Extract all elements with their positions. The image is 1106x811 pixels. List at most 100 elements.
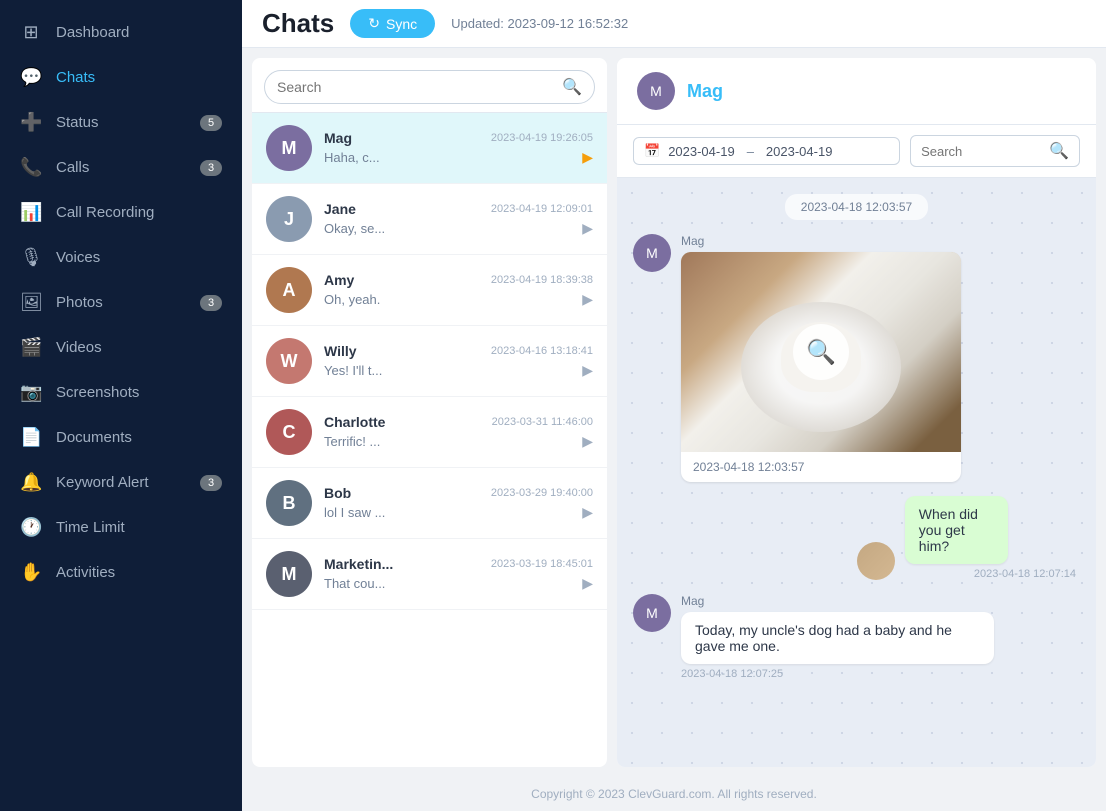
chat-search-wrap[interactable]: 🔍 [264, 70, 595, 104]
chat-item-bob[interactable]: B Bob 2023-03-29 19:40:00 lol I saw ... … [252, 468, 607, 539]
content-area: 🔍 M Mag 2023-04-19 19:26:05 Haha, c... ▶… [242, 48, 1106, 777]
chat-item-willy[interactable]: W Willy 2023-04-16 13:18:41 Yes! I'll t.… [252, 326, 607, 397]
sidebar-item-status[interactable]: ➕ Status 5 [0, 100, 242, 145]
chat-arrow-marketing: ▶ [582, 575, 593, 592]
sidebar-label-calls: Calls [56, 159, 186, 176]
chat-preview-charlotte: Terrific! ... [324, 434, 380, 449]
chat-name-jane: Jane [324, 201, 356, 217]
sidebar-icon-activities: ✋ [20, 562, 42, 583]
chat-preview-willy: Yes! I'll t... [324, 363, 382, 378]
chat-arrow-bob: ▶ [582, 504, 593, 521]
chat-preview-marketing: That cou... [324, 576, 385, 591]
sidebar-label-dashboard: Dashboard [56, 24, 222, 41]
chat-avatar-marketing: M [266, 551, 312, 597]
sidebar-item-voices[interactable]: 🎙 Voices [0, 235, 242, 280]
sidebar-item-time-limit[interactable]: 🕐 Time Limit [0, 505, 242, 550]
sidebar-icon-voices: 🎙 [20, 247, 42, 268]
detail-avatar: M [637, 72, 675, 110]
sidebar-label-status: Status [56, 114, 186, 131]
chat-info-bob: Bob 2023-03-29 19:40:00 lol I saw ... ▶ [324, 485, 593, 521]
chat-item-marketing[interactable]: M Marketin... 2023-03-19 18:45:01 That c… [252, 539, 607, 610]
sidebar-item-chats[interactable]: 💬 Chats [0, 55, 242, 100]
filter-search-wrap[interactable]: 🔍 [910, 135, 1080, 167]
main-content: Chats ↻ Sync Updated: 2023-09-12 16:52:3… [242, 0, 1106, 811]
chat-name-marketing: Marketin... [324, 556, 393, 572]
detail-search-input[interactable] [921, 144, 1041, 159]
sidebar-label-photos: Photos [56, 294, 186, 311]
sidebar-item-activities[interactable]: ✋ Activities [0, 550, 242, 595]
sidebar-label-screenshots: Screenshots [56, 384, 222, 401]
sidebar-icon-status: ➕ [20, 112, 42, 133]
chat-preview-mag: Haha, c... [324, 150, 380, 165]
sidebar-icon-keyword-alert: 🔔 [20, 472, 42, 493]
chat-avatar-jane: J [266, 196, 312, 242]
chat-item-mag[interactable]: M Mag 2023-04-19 19:26:05 Haha, c... ▶ [252, 113, 607, 184]
chat-info-willy: Willy 2023-04-16 13:18:41 Yes! I'll t...… [324, 343, 593, 379]
chat-avatar-mag: M [266, 125, 312, 171]
date-to: 2023-04-19 [766, 144, 833, 159]
sidebar-item-screenshots[interactable]: 📷 Screenshots [0, 370, 242, 415]
sidebar-badge-calls: 3 [200, 160, 222, 176]
msg-avatar-msg4: M [633, 594, 671, 632]
chat-info-amy: Amy 2023-04-19 18:39:38 Oh, yeah. ▶ [324, 272, 593, 308]
chat-time-jane: 2023-04-19 12:09:01 [491, 203, 593, 215]
sidebar-icon-time-limit: 🕐 [20, 517, 42, 538]
sidebar-item-dashboard[interactable]: ⊞ Dashboard [0, 10, 242, 55]
msg-wrap-msg2: M Mag 🔍 [633, 234, 1080, 482]
chat-detail-panel: M Mag 📅 2023-04-19 – 2023-04-19 🔍 2023-0… [617, 58, 1096, 767]
chat-info-mag: Mag 2023-04-19 19:26:05 Haha, c... ▶ [324, 130, 593, 166]
chat-item-amy[interactable]: A Amy 2023-04-19 18:39:38 Oh, yeah. ▶ [252, 255, 607, 326]
chat-search-input[interactable] [277, 79, 554, 95]
chat-filter-bar: 📅 2023-04-19 – 2023-04-19 🔍 [617, 125, 1096, 178]
sync-button[interactable]: ↻ Sync [350, 9, 435, 38]
msg-bubble-msg3: When did you get him? [905, 496, 1008, 564]
calendar-icon: 📅 [644, 143, 660, 159]
play-icon[interactable]: 🔍 [793, 324, 849, 380]
sidebar-item-documents[interactable]: 📄 Documents [0, 415, 242, 460]
msg-image-container-msg2: 🔍 [681, 252, 961, 452]
page-title: Chats [262, 8, 334, 39]
sidebar: ⊞ Dashboard 💬 Chats ➕ Status 5 📞 Calls 3… [0, 0, 242, 811]
sidebar-label-voices: Voices [56, 249, 222, 266]
date-range-wrap[interactable]: 📅 2023-04-19 – 2023-04-19 [633, 137, 900, 165]
img-caption-msg2: 2023-04-18 12:03:57 [681, 452, 961, 482]
chat-name-willy: Willy [324, 343, 357, 359]
chat-arrow-charlotte: ▶ [582, 433, 593, 450]
sidebar-item-videos[interactable]: 🎬 Videos [0, 325, 242, 370]
chat-detail-header: M Mag [617, 58, 1096, 125]
sidebar-badge-status: 5 [200, 115, 222, 131]
sidebar-label-call-recording: Call Recording [56, 204, 222, 221]
sidebar-icon-photos: 🖼 [20, 292, 42, 313]
system-msg-msg1: 2023-04-18 12:03:57 [785, 194, 928, 220]
chat-item-charlotte[interactable]: C Charlotte 2023-03-31 11:46:00 Terrific… [252, 397, 607, 468]
sidebar-item-photos[interactable]: 🖼 Photos 3 [0, 280, 242, 325]
chat-time-willy: 2023-04-16 13:18:41 [491, 345, 593, 357]
msg-sender-msg2: Mag [681, 234, 961, 248]
chat-avatar-amy: A [266, 267, 312, 313]
footer-text: Copyright © 2023 ClevGuard.com. All righ… [531, 787, 817, 801]
msg-bubble-msg4: Today, my uncle's dog had a baby and he … [681, 612, 994, 664]
footer: Copyright © 2023 ClevGuard.com. All righ… [242, 777, 1106, 811]
chat-time-bob: 2023-03-29 19:40:00 [491, 487, 593, 499]
sent-avatar-msg3 [857, 542, 895, 580]
chat-name-bob: Bob [324, 485, 351, 501]
chat-name-amy: Amy [324, 272, 354, 288]
sidebar-label-keyword-alert: Keyword Alert [56, 474, 186, 491]
chat-arrow-willy: ▶ [582, 362, 593, 379]
chat-item-jane[interactable]: J Jane 2023-04-19 12:09:01 Okay, se... ▶ [252, 184, 607, 255]
chat-arrow-mag: ▶ [582, 149, 593, 166]
chat-info-jane: Jane 2023-04-19 12:09:01 Okay, se... ▶ [324, 201, 593, 237]
chat-time-amy: 2023-04-19 18:39:38 [491, 274, 593, 286]
chat-avatar-charlotte: C [266, 409, 312, 455]
chat-avatar-willy: W [266, 338, 312, 384]
chat-arrow-jane: ▶ [582, 220, 593, 237]
messages-area: 2023-04-18 12:03:57 M Mag 🔍 [617, 178, 1096, 767]
sidebar-icon-calls: 📞 [20, 157, 42, 178]
sidebar-item-calls[interactable]: 📞 Calls 3 [0, 145, 242, 190]
sidebar-item-call-recording[interactable]: 📊 Call Recording [0, 190, 242, 235]
chat-preview-jane: Okay, se... [324, 221, 385, 236]
sidebar-icon-videos: 🎬 [20, 337, 42, 358]
sidebar-item-keyword-alert[interactable]: 🔔 Keyword Alert 3 [0, 460, 242, 505]
detail-search-icon: 🔍 [1049, 141, 1069, 161]
chat-search-icon: 🔍 [562, 77, 582, 97]
